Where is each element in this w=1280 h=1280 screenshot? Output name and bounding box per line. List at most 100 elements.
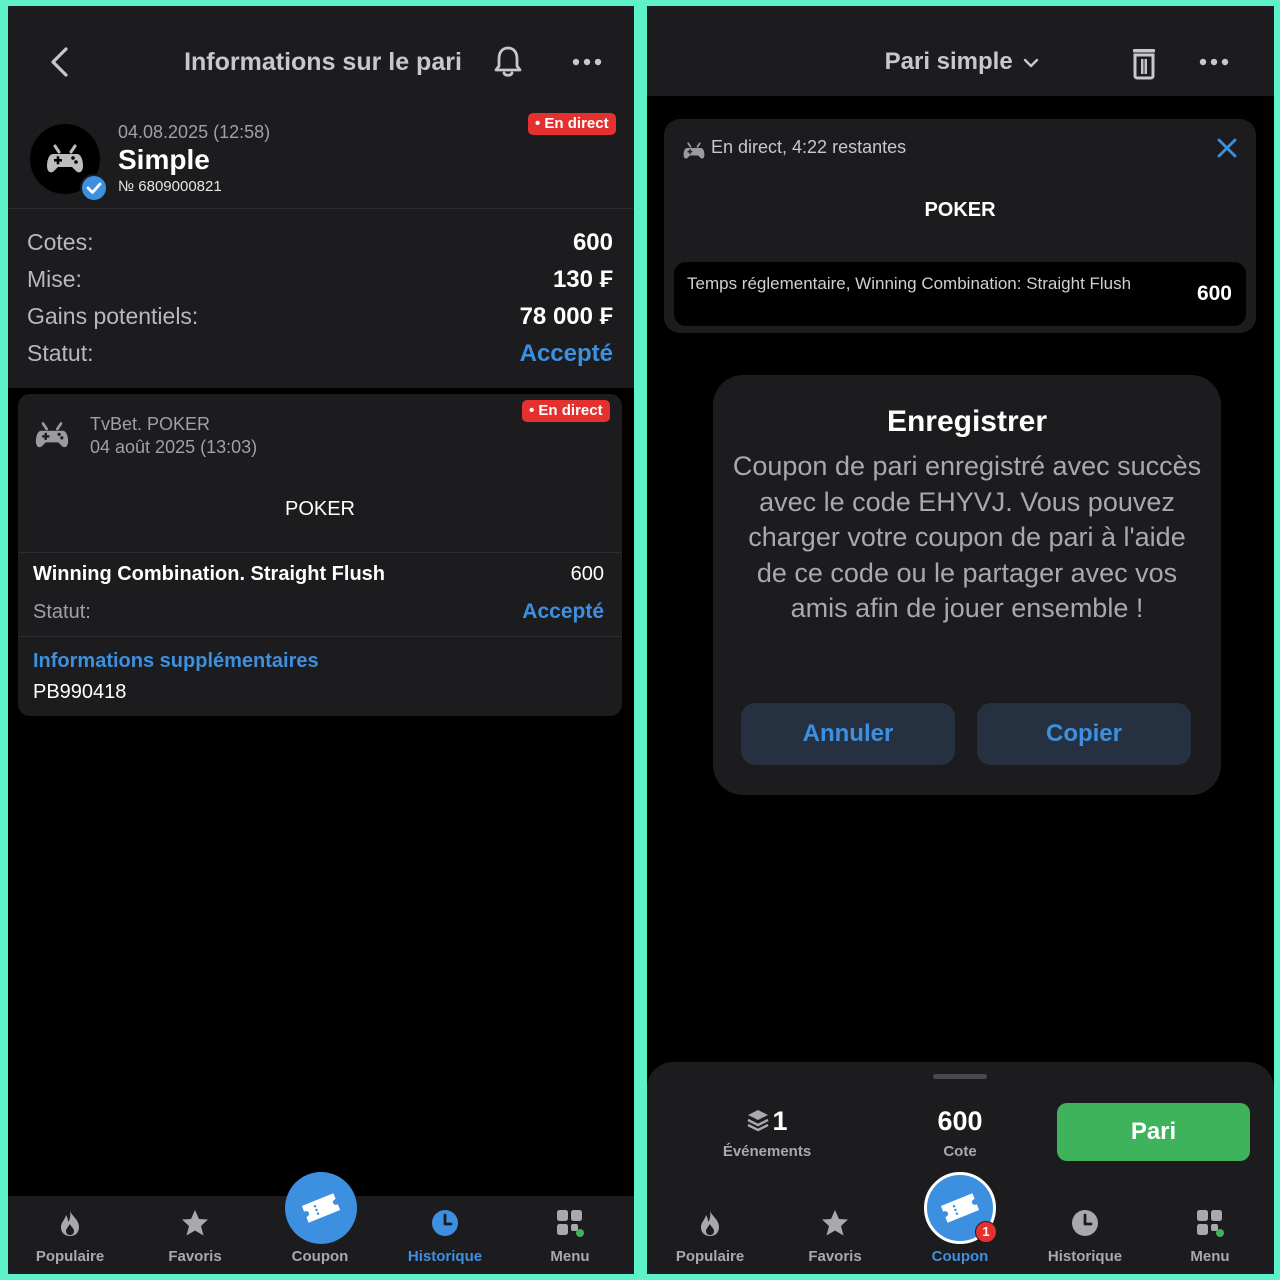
live-countdown: En direct, 4:22 restantes — [711, 137, 907, 157]
gamepad-icon — [47, 144, 83, 173]
nav-label: Coupon — [291, 1248, 349, 1265]
nav-label: Historique — [407, 1248, 483, 1265]
bet-date: 04.08.2025 (12:58) — [118, 122, 271, 142]
flame-icon — [61, 1210, 79, 1236]
nav-label: Historique — [1047, 1248, 1123, 1265]
nav-label: Favoris — [808, 1248, 862, 1265]
events-label: Événements — [722, 1143, 812, 1160]
nav-label: Menu — [550, 1248, 590, 1265]
nav-menu[interactable]: Menu — [1155, 1196, 1265, 1274]
events-count: 1 Événements — [687, 1106, 847, 1160]
gamepad-icon — [35, 422, 69, 448]
event-date: 04 août 2025 (13:03) — [90, 437, 258, 457]
bet-type-label: Pari simple — [884, 48, 1013, 75]
bottom-navigation: Populaire Favoris Coupon Historique Menu — [8, 1172, 634, 1274]
nav-populaire[interactable]: Populaire — [15, 1196, 125, 1274]
more-options-icon[interactable] — [570, 52, 604, 72]
nav-menu[interactable]: Menu — [515, 1196, 625, 1274]
summary-row-odds: Cotes: 600 — [27, 229, 613, 263]
save-coupon-dialog: Enregistrer Coupon de pari enregistré av… — [713, 375, 1221, 795]
coupon-fab[interactable] — [285, 1172, 357, 1244]
bet-number: № 6809000821 — [118, 178, 222, 195]
coupon-event-card: En direct, 4:22 restantes POKER Temps ré… — [664, 119, 1256, 333]
nav-populaire[interactable]: Populaire — [655, 1196, 765, 1274]
coupon-fab[interactable]: 1 — [924, 1172, 997, 1244]
bet-info-screen: Informations sur le pari 04.08.2025 (12:… — [8, 6, 634, 1274]
divider — [18, 552, 622, 553]
event-status-value: Accepté — [522, 600, 604, 623]
summary-value: 130 ₣ — [552, 266, 613, 293]
summary-row-potential-win: Gains potentiels: 78 000 ₣ — [27, 303, 613, 337]
summary-label: Cotes: — [27, 229, 94, 255]
flame-icon — [701, 1210, 719, 1236]
market-odds: 600 — [1196, 282, 1232, 305]
coupon-count-badge: 1 — [975, 1221, 997, 1243]
nav-label: Favoris — [168, 1248, 222, 1265]
bottom-navigation: Populaire Favoris 1 Coupon Historique Me… — [647, 1172, 1274, 1274]
nav-label: Coupon — [931, 1248, 989, 1265]
verified-check-icon — [80, 174, 108, 202]
close-icon[interactable] — [1216, 137, 1238, 159]
nav-historique[interactable]: Historique — [390, 1196, 500, 1274]
bet-avatar — [30, 124, 108, 202]
summary-value: 78 000 ₣ — [519, 303, 613, 330]
clock-icon — [432, 1210, 458, 1236]
back-arrow-icon[interactable] — [44, 44, 76, 80]
summary-row-stake: Mise: 130 ₣ — [27, 266, 613, 300]
market-name: Temps réglementaire, Winning Combination… — [687, 274, 1132, 293]
additional-info-link[interactable]: Informations supplémentaires — [33, 650, 319, 673]
total-odds-value: 600 — [937, 1106, 983, 1136]
layers-icon — [747, 1110, 770, 1132]
menu-grid-icon — [557, 1210, 584, 1237]
total-odds: 600 Cote — [880, 1106, 1040, 1160]
bet-header-card: 04.08.2025 (12:58) Simple № 6809000821 •… — [8, 106, 634, 210]
nav-label: Populaire — [675, 1248, 745, 1265]
nav-coupon[interactable]: Coupon — [265, 1172, 375, 1274]
additional-info-code: PB990418 — [33, 681, 127, 703]
star-icon — [822, 1210, 848, 1236]
gamepad-icon — [683, 142, 705, 159]
nav-favoris[interactable]: Favoris — [780, 1196, 890, 1274]
dialog-title: Enregistrer — [886, 405, 1048, 438]
event-status-label: Statut: — [33, 601, 91, 623]
event-card: TvBet. POKER 04 août 2025 (13:03) • En d… — [18, 394, 622, 716]
nav-historique[interactable]: Historique — [1030, 1196, 1140, 1274]
cancel-button[interactable]: Annuler — [741, 703, 955, 765]
bell-icon[interactable] — [491, 44, 525, 80]
live-badge: • En direct — [522, 400, 610, 422]
summary-label: Statut: — [27, 340, 94, 366]
more-options-icon[interactable] — [1197, 52, 1231, 72]
nav-coupon[interactable]: 1 Coupon — [905, 1172, 1015, 1274]
menu-grid-icon — [1197, 1210, 1224, 1237]
event-odds: 600 — [570, 563, 604, 585]
summary-label: Gains potentiels: — [27, 303, 199, 329]
ticket-icon — [940, 1193, 980, 1223]
event-league: TvBet. POKER — [90, 414, 211, 434]
copy-button[interactable]: Copier — [977, 703, 1191, 765]
place-bet-button[interactable]: Pari — [1057, 1103, 1250, 1161]
drag-handle[interactable] — [933, 1074, 987, 1079]
coupon-screen: Pari simple En direct, 4:22 restantes PO… — [647, 6, 1274, 1274]
nav-favoris[interactable]: Favoris — [140, 1196, 250, 1274]
bet-summary: Cotes: 600 Mise: 130 ₣ Gains potentiels:… — [8, 208, 634, 388]
divider — [18, 636, 622, 637]
nav-label: Menu — [1190, 1248, 1230, 1265]
trash-icon[interactable] — [1131, 44, 1157, 80]
ticket-icon — [301, 1193, 341, 1223]
page-title: Informations sur le pari — [184, 48, 462, 76]
bet-type: Simple — [118, 144, 210, 175]
event-game: POKER — [284, 498, 356, 520]
live-badge: • En direct — [528, 113, 616, 135]
star-icon — [182, 1210, 208, 1236]
total-odds-label: Cote — [943, 1143, 977, 1160]
dialog-message: Coupon de pari enregistré avec succès av… — [732, 451, 1202, 623]
status-value: Accepté — [519, 340, 613, 367]
event-game: POKER — [924, 199, 996, 221]
summary-value: 600 — [572, 229, 613, 256]
clock-icon — [1072, 1210, 1098, 1236]
bet-type-selector[interactable]: Pari simple — [847, 44, 1077, 80]
events-count-value: 1 — [772, 1106, 788, 1136]
nav-label: Populaire — [35, 1248, 105, 1265]
summary-row-status: Statut: Accepté — [27, 340, 613, 374]
selected-market[interactable]: Temps réglementaire, Winning Combination… — [674, 262, 1246, 326]
